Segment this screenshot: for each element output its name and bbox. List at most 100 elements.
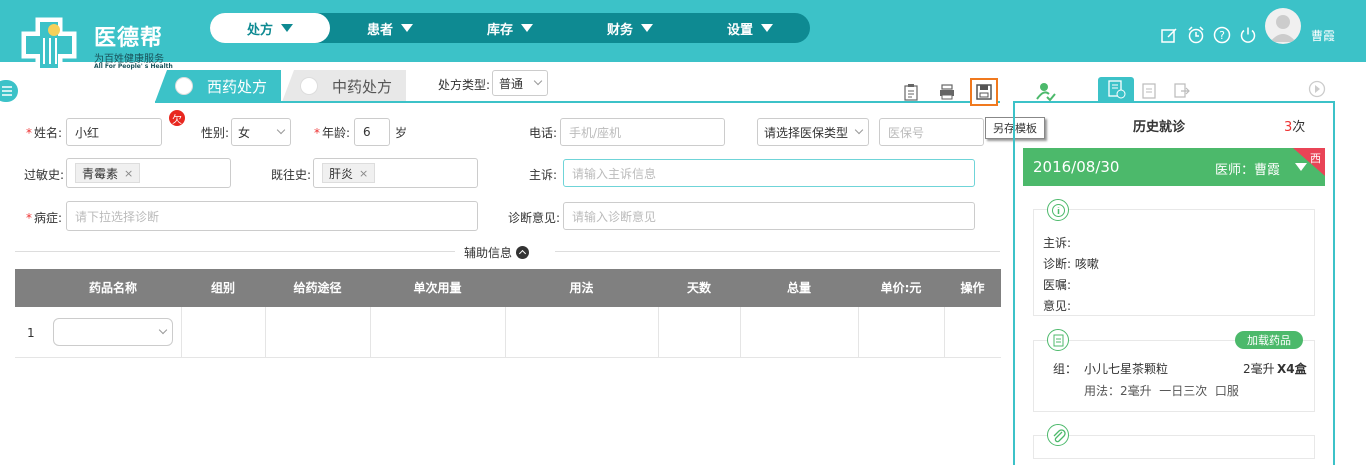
col-single-dose: 单次用量 <box>413 281 462 295</box>
allergy-input[interactable]: 青霉素 × <box>66 158 231 188</box>
drug-dose: 2毫升 <box>1243 362 1275 376</box>
diagnosis-details: 主诉: 诊断: 咳嗽 医嘱: 意见: <box>1043 233 1099 317</box>
menu-toggle-button[interactable] <box>0 80 18 102</box>
chevron-down-icon <box>533 76 543 86</box>
tab-label: 西药处方 <box>207 77 268 96</box>
col-usage: 用法 <box>569 281 594 295</box>
user-check-icon[interactable] <box>1034 80 1056 102</box>
gender-select[interactable]: 女 <box>231 118 291 146</box>
complaint-input[interactable]: 请输入主诉信息 <box>563 159 975 187</box>
diagnosis-row: 诊断: 咳嗽 <box>1043 254 1099 275</box>
svg-text:?: ? <box>1219 29 1225 42</box>
caret-down-icon <box>641 24 653 32</box>
insurance-no-input[interactable]: 医保号 <box>879 118 984 146</box>
nav-item-settings[interactable]: 设置 <box>690 13 810 43</box>
complaint-row: 主诉: <box>1043 233 1099 254</box>
save-icon <box>976 84 992 100</box>
brand-name: 医德帮 <box>94 26 164 51</box>
label-text: 年龄: <box>322 126 351 140</box>
chevron-down-icon <box>276 125 286 135</box>
phone-input[interactable]: 手机/座机 <box>560 118 725 146</box>
table-header: 药品名称 组别 给药途径 单次用量 用法 天数 总量 单价:元 操作 <box>15 269 1001 307</box>
paperclip-icon[interactable] <box>1047 424 1069 446</box>
group-label: 组： <box>1053 362 1078 376</box>
clipboard-icon[interactable] <box>902 83 920 101</box>
nav-item-inventory[interactable]: 库存 <box>450 13 570 43</box>
play-circle-icon[interactable] <box>1308 80 1326 98</box>
opinion-label: 诊断意见: <box>508 211 561 225</box>
allergy-tag: 青霉素 × <box>75 163 141 183</box>
phone-placeholder: 手机/座机 <box>569 125 622 140</box>
print-icon[interactable] <box>938 83 956 101</box>
nav-label: 处方 <box>246 22 273 38</box>
drug-usage: 用法：2毫升 一日三次 口服 <box>1084 384 1239 398</box>
caret-down-icon <box>281 24 293 32</box>
aux-info-label: 辅助信息 <box>464 246 513 260</box>
nav-label: 设置 <box>726 22 753 38</box>
user-name[interactable]: 曹霞 <box>1311 27 1335 44</box>
divider <box>15 251 455 252</box>
col-group: 组别 <box>210 281 235 295</box>
col-unit-price: 单价:元 <box>880 281 922 295</box>
logo-icon[interactable] <box>14 8 84 78</box>
name-input[interactable]: 小红 <box>66 118 162 146</box>
nav-item-prescription[interactable]: 处方 <box>210 13 330 43</box>
clipboard-icon[interactable] <box>1140 81 1158 99</box>
gender-label: 性别: <box>201 126 230 140</box>
table-row: 1 <box>15 307 1001 358</box>
chevron-down-icon <box>854 125 864 135</box>
name-label: * 姓名: <box>26 126 63 140</box>
diagnosis-value: 咳嗽 <box>1074 257 1099 271</box>
opinion-input[interactable]: 请输入诊断意见 <box>563 202 975 230</box>
corner-label: 西 <box>1310 152 1321 165</box>
label-text: 病症: <box>34 211 63 225</box>
tab-western-rx[interactable]: 西药处方 <box>155 70 281 102</box>
clipboard-icon <box>1047 329 1069 351</box>
avatar[interactable] <box>1265 8 1301 44</box>
tab-history[interactable] <box>1098 77 1134 101</box>
opinion-placeholder: 请输入诊断意见 <box>572 209 657 224</box>
visit-date: 2016/08/30 <box>1033 158 1120 176</box>
name-value: 小红 <box>75 125 100 140</box>
export-icon[interactable] <box>1172 81 1190 99</box>
divider <box>555 251 1000 252</box>
col-drug-name: 药品名称 <box>88 281 137 295</box>
chevron-down-icon <box>158 325 168 335</box>
visit-header[interactable]: 2016/08/30 医师：曹霞 <box>1023 148 1325 186</box>
power-icon[interactable] <box>1239 26 1257 44</box>
col-actions: 操作 <box>960 281 985 295</box>
alarm-icon[interactable] <box>1187 26 1205 44</box>
tab-chinese-rx[interactable]: 中药处方 <box>282 70 406 102</box>
close-icon[interactable]: × <box>359 167 368 180</box>
age-unit: 岁 <box>395 126 408 140</box>
insurance-type-value: 请选择医保类型 <box>764 125 849 140</box>
tab-circle-icon <box>300 77 318 95</box>
rx-type-select[interactable]: 普通 <box>492 70 548 96</box>
history-count: 3次 <box>1284 116 1305 135</box>
age-value: 6 <box>363 125 371 139</box>
caret-down-icon <box>1295 163 1307 171</box>
drug-select[interactable] <box>53 318 173 346</box>
gender-value: 女 <box>238 125 251 140</box>
drug-quantity: X4盒 <box>1277 362 1307 376</box>
close-icon[interactable]: × <box>124 167 133 180</box>
history-input[interactable]: 肝炎 × <box>313 158 478 188</box>
edit-icon[interactable] <box>1160 26 1178 44</box>
history-list-icon <box>1108 80 1126 99</box>
insurance-no-placeholder: 医保号 <box>888 125 925 140</box>
aux-info-toggle[interactable]: 辅助信息 <box>464 244 530 261</box>
disease-label: * 病症: <box>26 211 63 225</box>
user-icon <box>1270 15 1296 42</box>
col-days: 天数 <box>686 281 711 295</box>
nav-item-finance[interactable]: 财务 <box>570 13 690 43</box>
age-input[interactable]: 6 <box>354 118 390 146</box>
owe-badge: 欠 <box>169 110 185 126</box>
save-template-button[interactable] <box>970 78 998 106</box>
disease-input[interactable]: 请下拉选择诊断 <box>66 201 478 231</box>
info-icon <box>1047 199 1069 221</box>
nav-item-patient[interactable]: 患者 <box>330 13 450 43</box>
help-icon[interactable]: ? <box>1213 26 1231 44</box>
insurance-type-select[interactable]: 请选择医保类型 <box>757 118 869 146</box>
load-drugs-button[interactable]: 加载药品 <box>1235 331 1303 349</box>
visit-doctor: 医师：曹霞 <box>1215 163 1281 178</box>
